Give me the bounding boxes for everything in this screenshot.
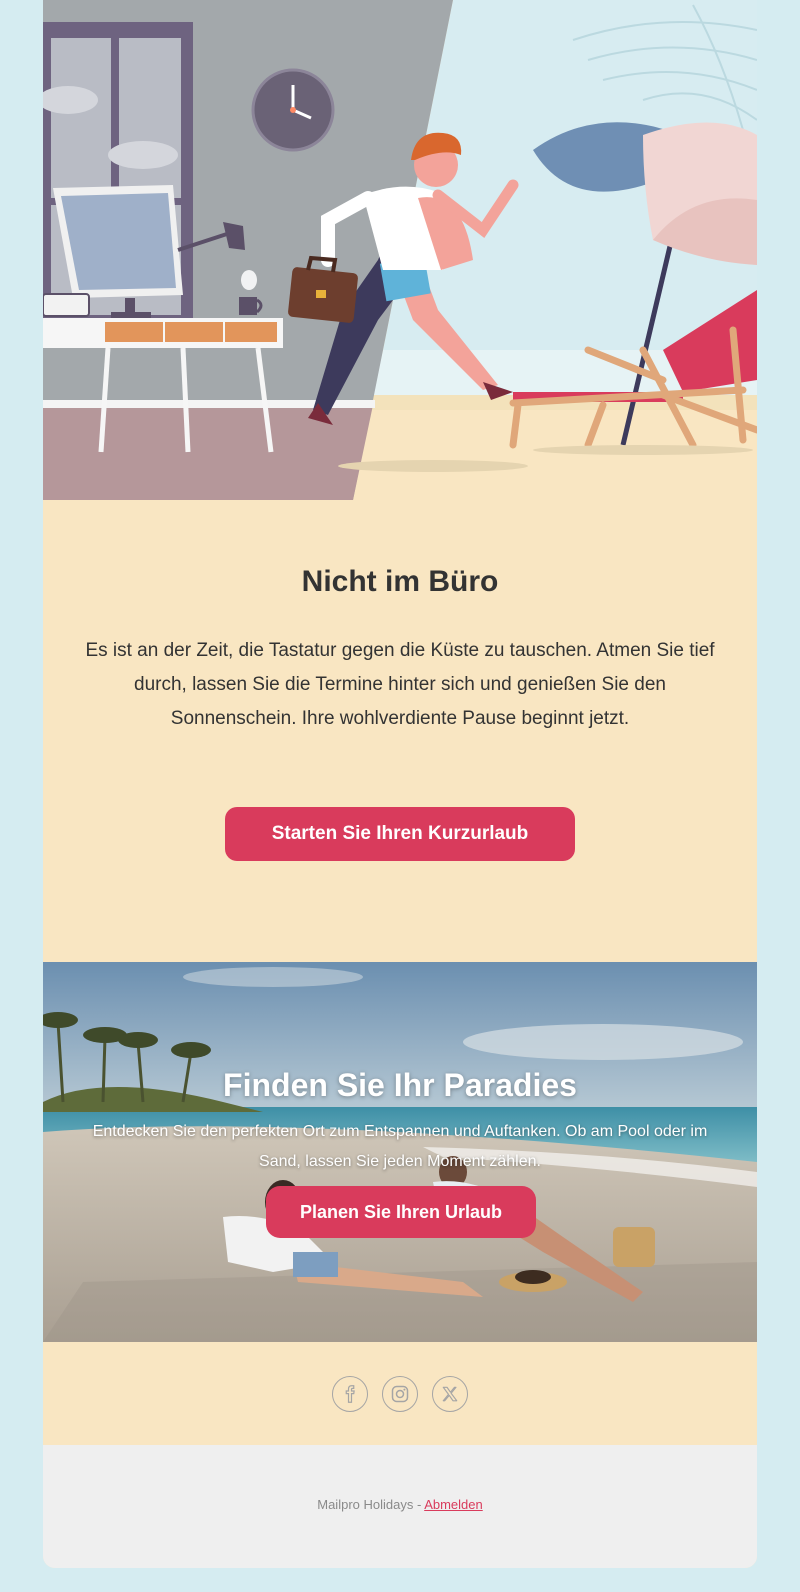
content-text: Es ist an der Zeit, die Tastatur gegen d… bbox=[85, 640, 715, 729]
beach-section: Finden Sie Ihr Paradies Entdecken Sie de… bbox=[43, 962, 757, 1342]
x-icon[interactable] bbox=[432, 1376, 468, 1412]
footer: Mailpro Holidays - Abmelden bbox=[43, 1445, 757, 1568]
hero-illustration bbox=[43, 0, 757, 500]
start-vacation-button[interactable]: Starten Sie Ihren Kurzurlaub bbox=[225, 807, 575, 861]
beach-section-text: Entdecken Sie den perfekten Ort zum Ents… bbox=[92, 1123, 708, 1170]
unsubscribe-link[interactable]: Abmelden bbox=[424, 1497, 483, 1512]
content-title: Nicht im Büro bbox=[301, 565, 499, 598]
footer-line: Mailpro Holidays - Abmelden bbox=[43, 1497, 757, 1512]
facebook-icon[interactable] bbox=[332, 1376, 368, 1412]
plan-vacation-button[interactable]: Planen Sie Ihren Urlaub bbox=[266, 1186, 536, 1238]
beach-section-title: Finden Sie Ihr Paradies bbox=[223, 1067, 577, 1103]
instagram-icon[interactable] bbox=[382, 1376, 418, 1412]
social-links bbox=[43, 1376, 757, 1416]
footer-company: Mailpro Holidays - bbox=[317, 1497, 425, 1512]
email-card: Nicht im Büro Es ist an der Zeit, die Ta… bbox=[43, 0, 757, 1568]
